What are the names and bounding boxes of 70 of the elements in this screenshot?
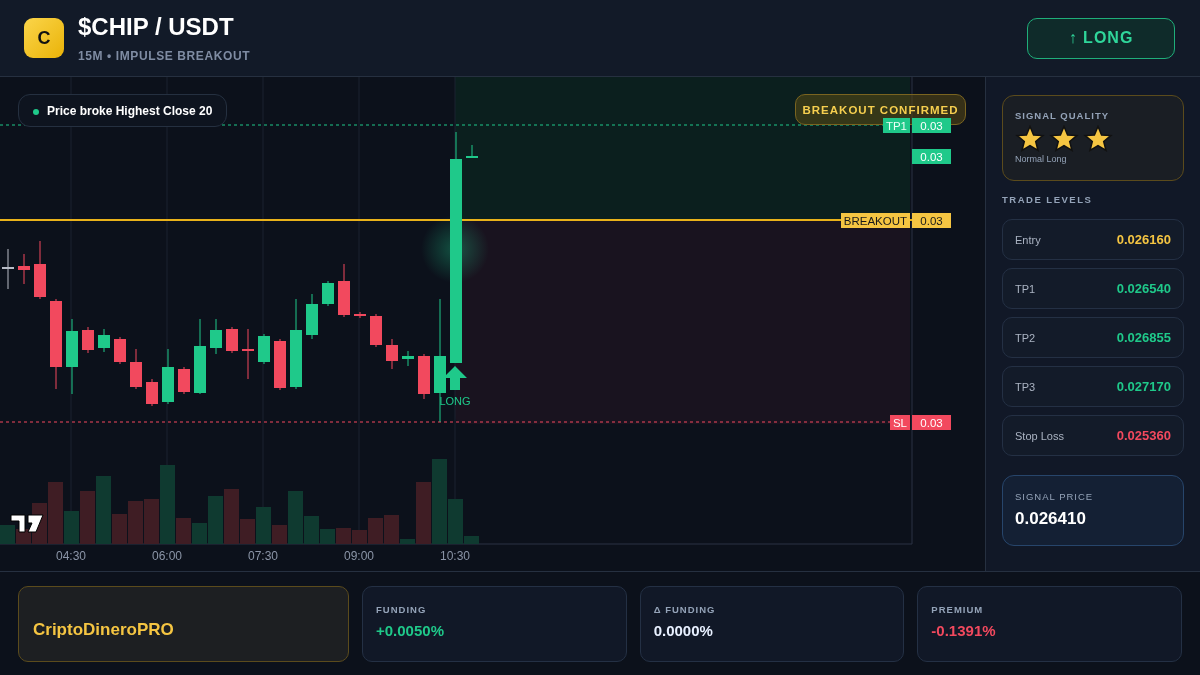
strategy-subtitle: 15M • IMPULSE BREAKOUT (78, 49, 251, 63)
pair-title: $CHIP / USDT (78, 13, 235, 41)
candle (418, 353, 430, 400)
section-title: TRADE LEVELS (1002, 194, 1094, 205)
level-value: 0.025360 (1116, 428, 1171, 443)
candle (354, 311, 366, 319)
price-label: 0.03 (912, 213, 951, 228)
metric-label: FUNDING (376, 604, 428, 615)
candle (162, 348, 174, 405)
level-name: Entry (1015, 233, 1041, 246)
brand-name: CriptoDineroPRO (18, 586, 349, 662)
chart-logo-icon (10, 514, 44, 533)
time-label: 09:00 (344, 549, 374, 563)
candle (18, 253, 30, 285)
time-label: 10:30 (440, 549, 470, 563)
level-label: SL (889, 415, 910, 430)
metric-label: PREMIUM (931, 604, 985, 615)
candle (178, 366, 190, 395)
candle (306, 293, 318, 340)
signal-info-pill: Price broke Highest Close 20 (18, 94, 228, 127)
level-name: TP3 (1015, 380, 1036, 393)
candle (2, 248, 14, 290)
price-label: 0.03 (912, 149, 951, 164)
candle (242, 328, 254, 380)
candle (386, 338, 398, 370)
candle (210, 318, 222, 355)
quality-caption: Normal Long (1015, 154, 1068, 164)
candle (114, 336, 126, 365)
level-name: TP2 (1015, 331, 1036, 344)
candle (98, 328, 110, 353)
candle (258, 333, 270, 365)
signal-price-value: 0.026410 (1015, 509, 1087, 529)
level-name: Stop Loss (1015, 429, 1064, 442)
candle (338, 263, 350, 318)
volume-bar (0, 525, 15, 544)
price-label: 0.03 (912, 118, 951, 133)
candle (322, 280, 334, 307)
price-label: 0.03 (912, 415, 951, 430)
candle (130, 348, 142, 390)
long-button[interactable]: ↑ LONG (1027, 17, 1175, 59)
metric-label: Δ FUNDING (653, 604, 717, 615)
candle (34, 240, 46, 300)
level-value: 0.027170 (1116, 379, 1171, 394)
level-value: 0.026160 (1116, 232, 1171, 247)
time-label: 04:30 (56, 549, 86, 563)
candle (466, 144, 478, 159)
level-value: 0.026540 (1116, 281, 1171, 296)
up-arrow-icon (443, 366, 467, 390)
card-title: SIGNAL PRICE (1015, 491, 1095, 502)
star-icon (1083, 125, 1113, 153)
volume-bar (336, 528, 351, 544)
star-icon (1049, 125, 1079, 153)
time-label: 07:30 (248, 549, 278, 563)
metric-value: +0.0050% (376, 622, 445, 639)
time-label: 06:00 (152, 549, 182, 563)
candle (226, 326, 238, 354)
card-title: SIGNAL QUALITY (1015, 110, 1111, 121)
metric-value: -0.1391% (931, 622, 997, 639)
candle (82, 326, 94, 354)
candle (146, 378, 158, 407)
star-icon (1015, 125, 1045, 153)
level-name: TP1 (1015, 282, 1036, 295)
candle (274, 338, 286, 391)
signal-label: LONG (439, 395, 471, 407)
coin-logo: C (24, 18, 64, 58)
metric-value: 0.0000% (653, 622, 714, 639)
level-value: 0.026855 (1116, 330, 1171, 345)
candle (402, 350, 414, 367)
candle (370, 313, 382, 348)
level-label: BREAKOUT (840, 213, 910, 228)
